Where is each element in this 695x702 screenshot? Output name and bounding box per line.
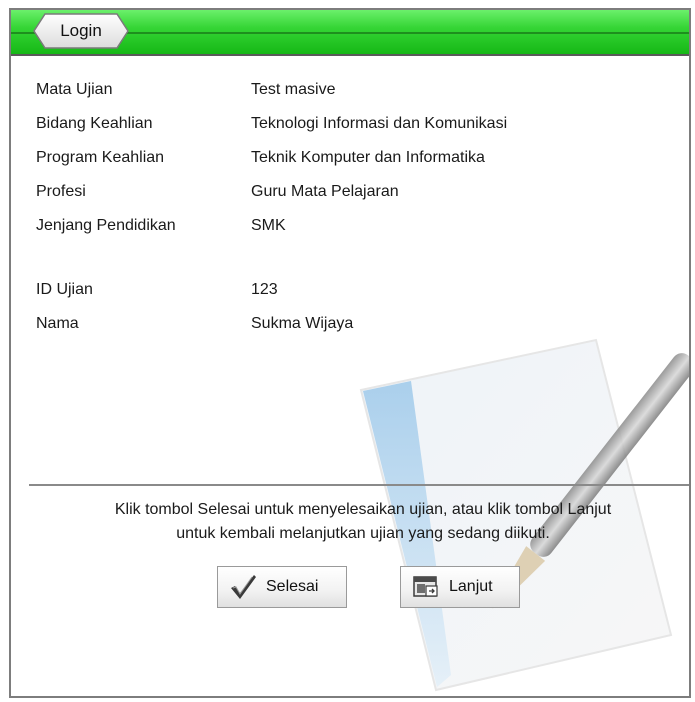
- finish-button-label: Selesai: [266, 578, 319, 595]
- exam-confirmation-panel: Login Mata Ujian Test masive Bidang Keah…: [9, 8, 691, 698]
- tab-login-label: Login: [60, 21, 102, 40]
- message-line-2: untuk kembali melanjutkan ujian yang sed…: [176, 525, 550, 542]
- info-row: Mata Ujian Test masive: [36, 73, 676, 107]
- info-row: Jenjang Pendidikan SMK: [36, 209, 676, 243]
- participant-value: Sukma Wijaya: [251, 315, 354, 332]
- message-line-1: Klik tombol Selesai untuk menyelesaikan …: [114, 501, 612, 518]
- exam-info: Mata Ujian Test masive Bidang Keahlian T…: [36, 73, 676, 341]
- header-bar: Login: [11, 10, 689, 56]
- confirmation-message: Klik tombol Selesai untuk menyelesaikan …: [33, 498, 689, 546]
- info-label: Jenjang Pendidikan: [36, 217, 176, 234]
- info-row: Bidang Keahlian Teknologi Informasi dan …: [36, 107, 676, 141]
- continue-button-label: Lanjut: [449, 578, 493, 595]
- info-value: Teknik Komputer dan Informatika: [251, 149, 485, 166]
- info-label: Bidang Keahlian: [36, 115, 153, 132]
- participant-label: ID Ujian: [36, 281, 93, 298]
- info-label: Mata Ujian: [36, 81, 113, 98]
- info-value: Teknologi Informasi dan Komunikasi: [251, 115, 508, 132]
- participant-label: Nama: [36, 315, 79, 332]
- checkmark-icon: [231, 575, 256, 599]
- info-value: Guru Mata Pelajaran: [251, 183, 399, 200]
- participant-row: ID Ujian 123: [36, 273, 676, 307]
- continue-button[interactable]: Lanjut: [400, 566, 520, 608]
- info-row: Profesi Guru Mata Pelajaran: [36, 175, 676, 209]
- info-label: Program Keahlian: [36, 149, 165, 166]
- window-return-icon: [413, 576, 438, 597]
- info-label: Profesi: [36, 183, 86, 200]
- info-row: Program Keahlian Teknik Komputer dan Inf…: [36, 141, 676, 175]
- participant-row: Nama Sukma Wijaya: [36, 307, 676, 341]
- section-divider: [29, 484, 689, 486]
- participant-value: 123: [251, 281, 278, 298]
- info-value: Test masive: [251, 81, 336, 98]
- tab-login[interactable]: Login: [33, 13, 129, 49]
- finish-button[interactable]: Selesai: [217, 566, 347, 608]
- info-value: SMK: [251, 217, 286, 234]
